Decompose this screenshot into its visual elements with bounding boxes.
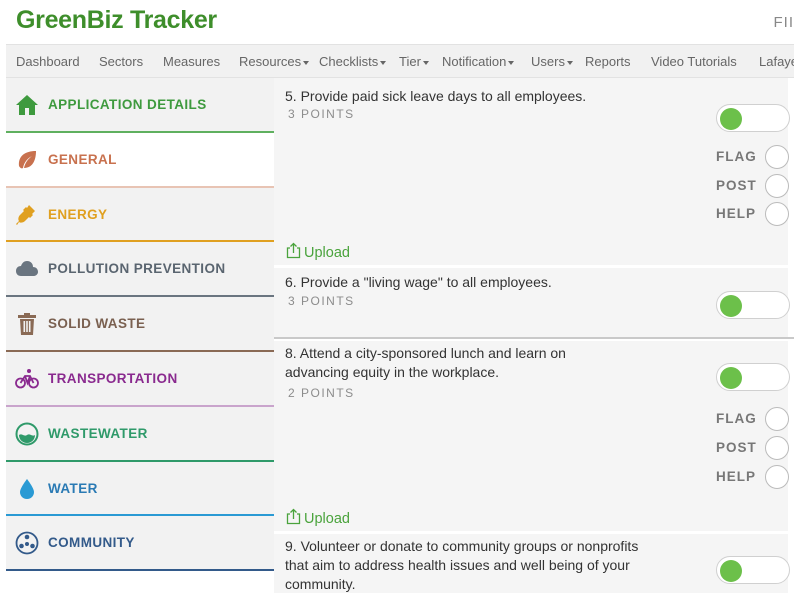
- sidebar-item-community[interactable]: COMMUNITY: [6, 516, 274, 572]
- measure-toggle[interactable]: [716, 363, 790, 391]
- measure-toggle[interactable]: [716, 556, 790, 584]
- sidebar-item-transportation[interactable]: TRANSPORTATION: [6, 352, 274, 407]
- toggle-knob: [720, 367, 742, 389]
- toggle-knob: [720, 560, 742, 582]
- measure-toggle[interactable]: [716, 291, 790, 319]
- measure-toggle[interactable]: [716, 104, 790, 132]
- nav-lafayette[interactable]: Lafaye: [759, 54, 794, 69]
- sidebar-item-label: WATER: [48, 480, 98, 496]
- upload-label: Upload: [304, 245, 350, 261]
- sidebar-item-label: COMMUNITY: [48, 535, 135, 551]
- sidebar-item-label: APPLICATION DETAILS: [48, 97, 207, 112]
- measure-card: 9. Volunteer or donate to community grou…: [274, 534, 790, 593]
- nav-reports[interactable]: Reports: [585, 54, 631, 69]
- sidebar-item-label: ENERGY: [48, 206, 108, 222]
- toggle-knob: [720, 295, 742, 317]
- upload-link[interactable]: Upload: [286, 242, 350, 261]
- droplet-icon: [20, 478, 34, 499]
- upload-icon: [286, 508, 301, 525]
- flag-radio[interactable]: [765, 407, 789, 431]
- sidebar-item-label: SOLID WASTE: [48, 316, 146, 332]
- leaf-icon: [18, 150, 36, 169]
- sidebar-item-general[interactable]: GENERAL: [6, 132, 274, 188]
- sidebar-item-solid-waste[interactable]: SOLID WASTE: [6, 297, 274, 352]
- nav-lafayette-label: Lafaye: [759, 54, 794, 69]
- nav-measures-label: Measures: [163, 54, 221, 69]
- chevron-down-icon: [422, 60, 429, 65]
- sidebar-item-energy[interactable]: ENERGY: [6, 187, 274, 243]
- plug-icon: [16, 204, 35, 225]
- sidebar-item-water[interactable]: WATER: [6, 461, 274, 517]
- nav-sectors-label: Sectors: [99, 54, 144, 69]
- nav-resources[interactable]: Resources: [239, 54, 310, 69]
- nav-checklists-label: Checklists: [319, 54, 379, 69]
- chevron-down-icon: [508, 60, 515, 65]
- nav-sectors[interactable]: Sectors: [99, 54, 143, 69]
- nav-resources-label: Resources: [239, 54, 302, 69]
- measure-points: 2 POINTS: [288, 386, 355, 400]
- nav-dashboard[interactable]: Dashboard: [16, 54, 80, 69]
- sidebar-item-pollution-prevention[interactable]: POLLUTION PREVENTION: [6, 242, 274, 298]
- app-header: GreenBiz Tracker FII: [0, 0, 794, 44]
- category-sidebar: APPLICATION DETAILS GENERAL ENERGY POLLU…: [6, 78, 274, 593]
- cloud-icon: [16, 261, 38, 277]
- nav-video-tutorials[interactable]: Video Tutorials: [651, 54, 737, 69]
- sidebar-item-label: WASTEWATER: [48, 425, 148, 441]
- app-logo[interactable]: GreenBiz Tracker: [16, 6, 217, 35]
- help-radio[interactable]: [765, 202, 789, 226]
- nav-notification-label: Notification: [442, 54, 507, 69]
- toggle-knob: [720, 108, 742, 130]
- post-label: POST: [716, 440, 757, 455]
- nav-tier[interactable]: Tier: [399, 54, 429, 69]
- help-radio[interactable]: [765, 465, 789, 489]
- post-label: POST: [716, 178, 757, 193]
- measures-panel: 5. Provide paid sick leave days to all e…: [274, 78, 794, 593]
- nav-users[interactable]: Users: [531, 54, 573, 69]
- bicycle-icon: [15, 369, 39, 389]
- measure-text: 8. Attend a city-sponsored lunch and lea…: [285, 345, 566, 380]
- main-nav: Dashboard Sectors Measures Resources Che…: [6, 44, 794, 78]
- help-label: HELP: [716, 469, 757, 484]
- header-right-text[interactable]: FII: [774, 14, 794, 31]
- nav-reports-label: Reports: [585, 54, 631, 69]
- trash-icon: [18, 313, 36, 336]
- flag-label: FLAG: [716, 411, 757, 426]
- nav-video-tutorials-label: Video Tutorials: [651, 54, 737, 69]
- water-circle-icon: [15, 422, 39, 446]
- upload-icon: [286, 242, 301, 259]
- measure-card: 5. Provide paid sick leave days to all e…: [274, 78, 790, 265]
- community-icon: [15, 531, 39, 555]
- nav-users-label: Users: [531, 54, 565, 69]
- upload-label: Upload: [304, 511, 350, 527]
- flag-radio[interactable]: [765, 145, 789, 169]
- measure-card: 6. Provide a "living wage" to all employ…: [274, 268, 790, 338]
- measure-card: 8. Attend a city-sponsored lunch and lea…: [274, 341, 790, 531]
- home-icon: [16, 95, 38, 115]
- nav-measures[interactable]: Measures: [163, 54, 220, 69]
- post-radio[interactable]: [765, 436, 789, 460]
- measure-text: 5. Provide paid sick leave days to all e…: [285, 88, 587, 104]
- chevron-down-icon: [566, 60, 573, 65]
- nav-dashboard-label: Dashboard: [16, 54, 80, 69]
- post-radio[interactable]: [765, 174, 789, 198]
- sidebar-item-label: GENERAL: [48, 151, 117, 167]
- measure-text: 6. Provide a "living wage" to all employ…: [285, 274, 552, 290]
- section-divider: [274, 337, 794, 339]
- chevron-down-icon: [303, 60, 310, 65]
- nav-notification[interactable]: Notification: [442, 54, 515, 69]
- chevron-down-icon: [380, 60, 387, 65]
- sidebar-item-label: POLLUTION PREVENTION: [48, 261, 226, 277]
- measure-points: 3 POINTS: [288, 294, 355, 308]
- flag-label: FLAG: [716, 149, 757, 164]
- nav-checklists[interactable]: Checklists: [319, 54, 387, 69]
- measure-text: 9. Volunteer or donate to community grou…: [285, 538, 639, 592]
- measure-points: 3 POINTS: [288, 107, 355, 121]
- sidebar-item-application-details[interactable]: APPLICATION DETAILS: [6, 78, 274, 133]
- upload-link[interactable]: Upload: [286, 508, 350, 527]
- sidebar-item-wastewater[interactable]: WASTEWATER: [6, 406, 274, 462]
- help-label: HELP: [716, 206, 757, 221]
- nav-tier-label: Tier: [399, 54, 421, 69]
- sidebar-item-label: TRANSPORTATION: [48, 371, 178, 386]
